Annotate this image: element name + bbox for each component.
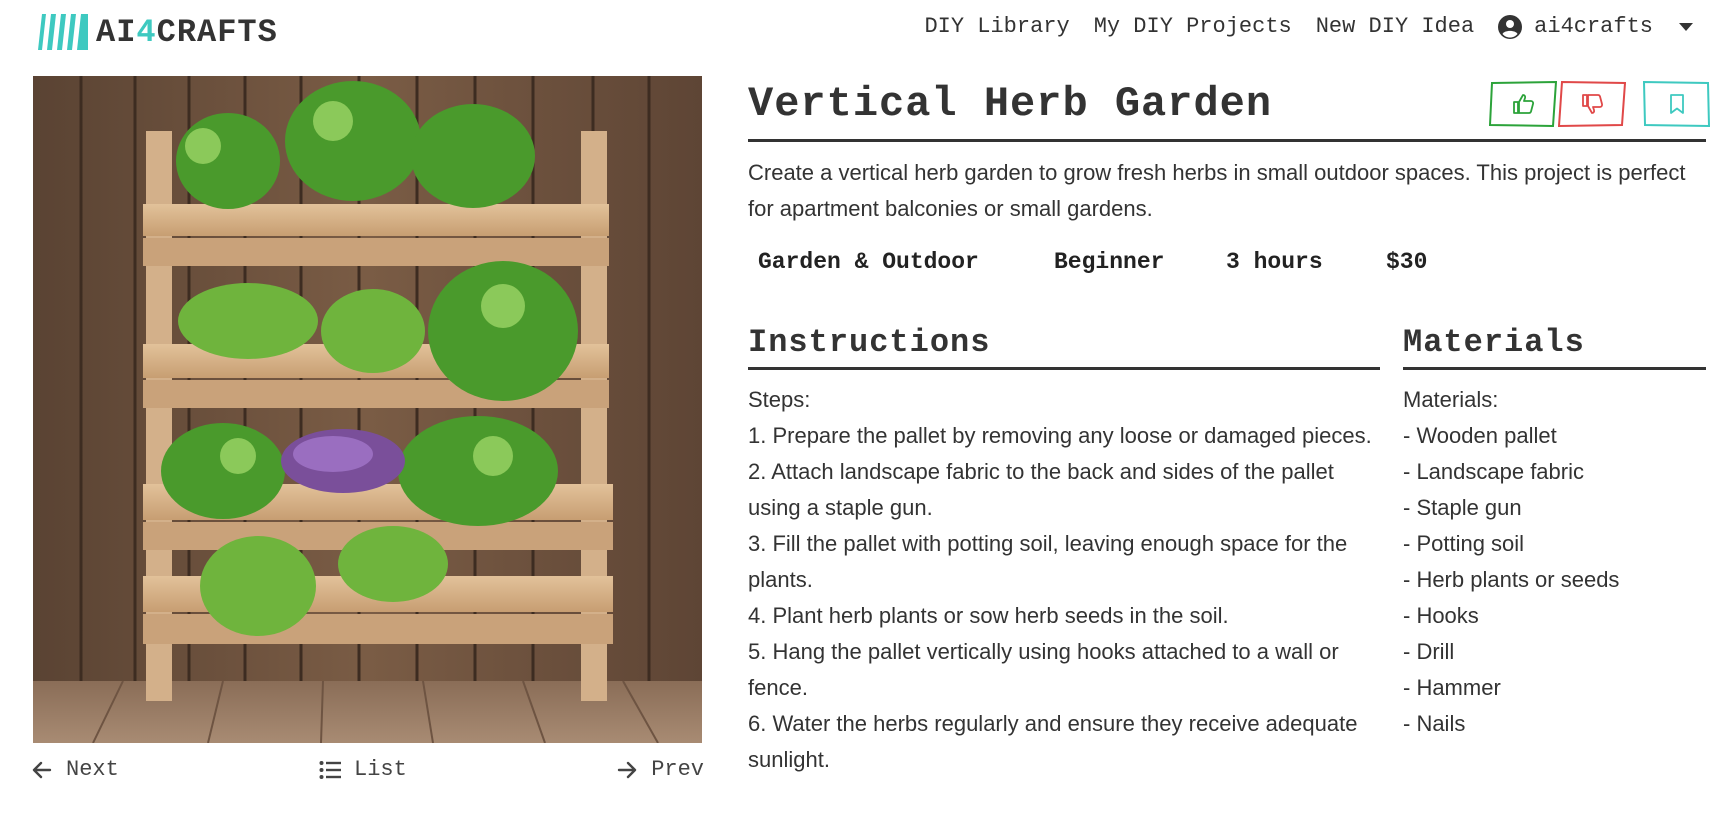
thumbs-down-icon [1582, 94, 1604, 114]
project-photo [33, 76, 702, 743]
next-label: Next [66, 757, 119, 782]
step-item: 1. Prepare the pallet by removing any lo… [748, 423, 1372, 448]
cost-tag-label: $30 [1386, 249, 1428, 275]
materials-intro: Materials: [1403, 387, 1499, 412]
brand-name: AI4CRAFTS [96, 14, 278, 51]
material-item: - Herb plants or seeds [1403, 567, 1620, 592]
list-icon [319, 760, 341, 779]
materials-list: Materials: - Wooden pallet - Landscape f… [1403, 382, 1703, 742]
difficulty-tag-label: Beginner [1054, 249, 1165, 275]
materials-divider [1403, 367, 1706, 370]
material-item: - Wooden pallet [1403, 423, 1557, 448]
bookmark-button[interactable] [1642, 81, 1710, 127]
step-item: 2. Attach landscape fabric to the back a… [748, 459, 1334, 520]
vertical-herb-garden-image [33, 76, 702, 743]
nav-my-diy-projects[interactable]: My DIY Projects [1094, 14, 1292, 39]
nav-diy-library[interactable]: DIY Library [924, 14, 1069, 39]
user-circle-icon [1498, 14, 1523, 39]
thumbs-up-icon [1513, 94, 1535, 114]
step-item: 5. Hang the pallet vertically using hook… [748, 639, 1339, 700]
project-title: Vertical Herb Garden [748, 80, 1273, 128]
duration-tag[interactable]: 3 hours [1212, 242, 1346, 282]
username: ai4crafts [1534, 14, 1653, 39]
steps-intro: Steps: [748, 387, 811, 412]
user-menu[interactable]: ai4crafts [1498, 14, 1693, 39]
cost-tag[interactable]: $30 [1372, 242, 1444, 282]
category-tag-label: Garden & Outdoor [758, 249, 979, 275]
material-item: - Hammer [1403, 675, 1501, 700]
instructions-list: Steps: 1. Prepare the pallet by removing… [748, 382, 1378, 778]
brand-prefix: AI [96, 13, 137, 51]
material-item: - Nails [1403, 711, 1466, 736]
brand-suffix: CRAFTS [156, 13, 278, 51]
material-item: - Landscape fabric [1403, 459, 1584, 484]
bookmark-icon [1670, 94, 1684, 114]
instructions-heading: Instructions [748, 324, 991, 361]
project-pager: Next List Prev [30, 757, 704, 787]
material-item: - Potting soil [1403, 531, 1525, 556]
instructions-divider [748, 367, 1380, 370]
main-nav: DIY Library My DIY Projects New DIY Idea… [900, 14, 1693, 39]
prev-label: Prev [651, 757, 704, 782]
brand-logo[interactable]: AI4CRAFTS [36, 12, 278, 52]
brand-accent: 4 [136, 13, 157, 51]
duration-tag-label: 3 hours [1226, 249, 1323, 275]
list-button[interactable]: List [318, 757, 407, 782]
material-item: - Hooks [1403, 603, 1479, 628]
arrow-right-icon [617, 761, 637, 778]
project-actions [1489, 81, 1710, 128]
caret-down-icon[interactable] [1679, 22, 1693, 32]
dislike-button[interactable] [1558, 81, 1626, 127]
title-divider [748, 139, 1706, 142]
next-button[interactable]: Next [30, 757, 119, 782]
list-label: List [354, 757, 407, 782]
step-item: 4. Plant herb plants or sow herb seeds i… [748, 603, 1229, 628]
material-item: - Drill [1403, 639, 1455, 664]
prev-button[interactable]: Prev [615, 757, 704, 782]
step-item: 6. Water the herbs regularly and ensure … [748, 711, 1358, 772]
project-description: Create a vertical herb garden to grow fr… [748, 160, 1686, 221]
nav-new-diy-idea[interactable]: New DIY Idea [1316, 14, 1474, 39]
materials-heading: Materials [1403, 324, 1585, 361]
like-button[interactable] [1489, 81, 1557, 127]
material-item: - Staple gun [1403, 495, 1522, 520]
difficulty-tag[interactable]: Beginner [1040, 242, 1188, 282]
arrow-left-icon [32, 761, 52, 778]
top-navbar: AI4CRAFTS DIY Library My DIY Projects Ne… [0, 0, 1731, 64]
step-item: 3. Fill the pallet with potting soil, le… [748, 531, 1348, 592]
category-tag[interactable]: Garden & Outdoor [744, 242, 1014, 282]
stripes-logo-icon [36, 14, 88, 50]
